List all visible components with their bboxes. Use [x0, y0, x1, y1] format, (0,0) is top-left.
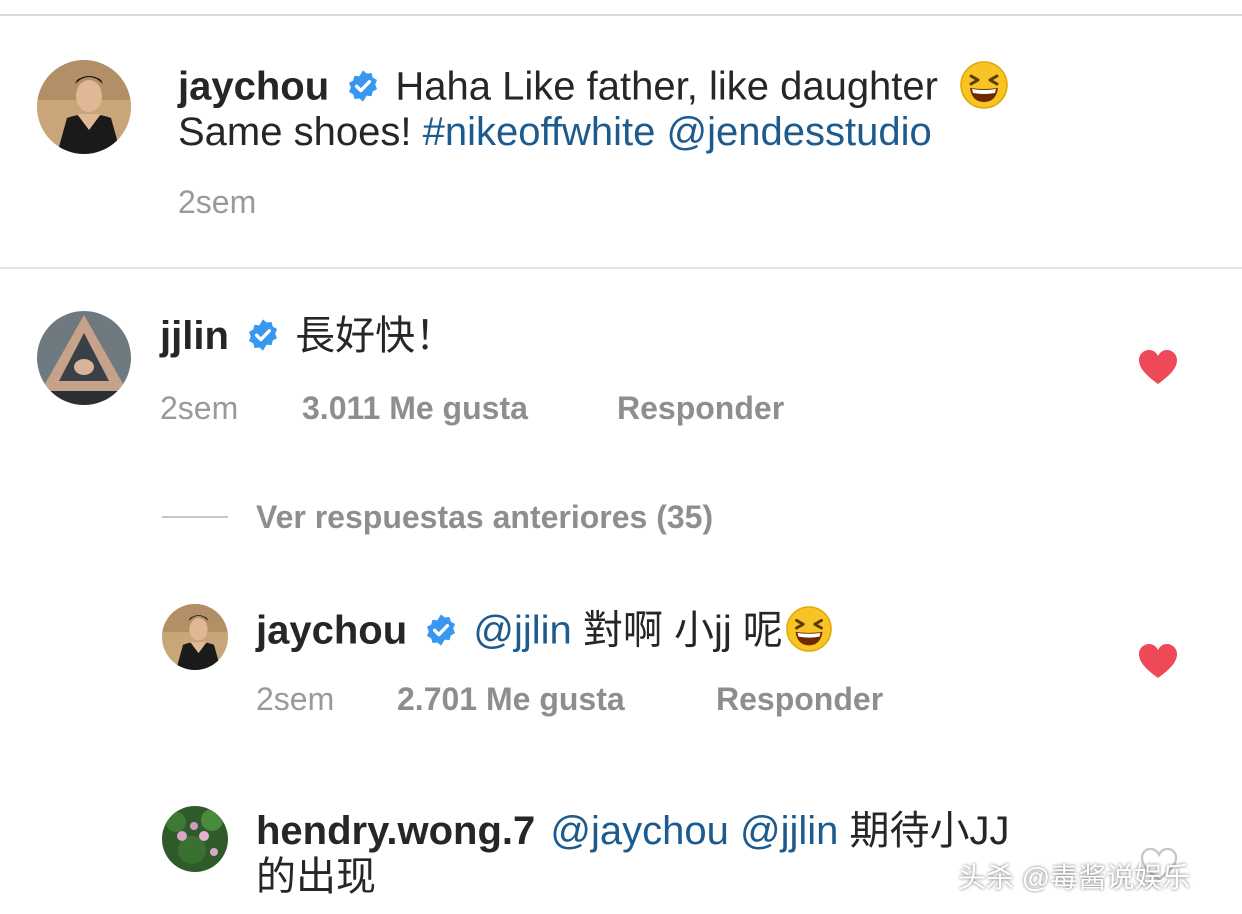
comment-jjlin-time: 2sem: [160, 390, 239, 426]
reply-jaychou-time: 2sem: [256, 681, 335, 717]
post-caption-line2-text: Same shoes!: [178, 110, 412, 154]
reply-hendry-line2: 的出现: [256, 855, 376, 899]
comment-jjlin-likes[interactable]: 3.011 Me gusta: [302, 390, 528, 427]
verified-badge-icon: [349, 70, 378, 102]
replies-toggle-line: [162, 516, 228, 518]
comment-jjlin-body: 長好快！: [295, 314, 456, 358]
laughing-emoji-icon: [786, 606, 832, 652]
avatar-jaychou-reply[interactable]: [162, 604, 228, 670]
top-divider: [0, 14, 1242, 16]
post-author-username[interactable]: jaychou: [178, 65, 329, 109]
avatar-jjlin[interactable]: [37, 311, 131, 405]
mention-link[interactable]: @jendesstudio: [666, 110, 931, 154]
post-caption-text: Haha Like father, like daughter: [395, 64, 938, 109]
reply-hendry-text-part1: 期待小JJ: [849, 809, 1010, 853]
avatar-jaychou[interactable]: [37, 60, 131, 154]
reply-mention-jjlin[interactable]: @jjlin: [473, 609, 571, 653]
comment-author-jjlin[interactable]: jjlin: [160, 314, 229, 358]
post-caption-line2: Same shoes! #nikeoffwhite @jendesstudio: [178, 108, 932, 156]
verified-badge-icon: [248, 319, 278, 352]
avatar-jaychou-image: [37, 60, 131, 154]
comment-jjlin-reply-button[interactable]: Responder: [617, 390, 784, 427]
avatar-jjlin-image: [37, 311, 131, 405]
avatar-hendry-wong[interactable]: [162, 806, 228, 872]
avatar-jaychou-reply-image: [162, 604, 228, 670]
verified-badge-icon: [427, 614, 456, 646]
reply-jaychou-text: jaychou @jjlin 對啊 小jj 呢: [256, 605, 833, 661]
reply-jaychou-body: 對啊 小jj 呢: [582, 608, 783, 653]
laughing-emoji-icon: [960, 61, 1008, 109]
reply-jaychou-reply-button[interactable]: Responder: [716, 681, 883, 718]
avatar-hendry-wong-image: [162, 806, 228, 872]
comment-jjlin-text: jjlin 長好快！: [160, 312, 455, 360]
reply-mention-jaychou[interactable]: @jaychou: [550, 809, 728, 853]
section-divider: [0, 267, 1242, 269]
reply-mention-jjlin-2[interactable]: @jjlin: [740, 809, 838, 853]
reply-hendry-line1: hendry.wong.7 @jaychou @jjlin 期待小JJ: [256, 807, 1010, 855]
post-timestamp: 2sem: [178, 184, 257, 220]
view-previous-replies-button[interactable]: Ver respuestas anteriores (35): [256, 499, 713, 536]
watermark: 头杀 @毒酱说娱乐: [958, 862, 1191, 893]
reply-jaychou-likes[interactable]: 2.701 Me gusta: [397, 681, 625, 718]
hashtag-link[interactable]: #nikeoffwhite: [423, 110, 656, 154]
heart-icon[interactable]: [1138, 644, 1178, 680]
heart-icon[interactable]: [1138, 350, 1178, 386]
reply-author-jaychou[interactable]: jaychou: [256, 609, 407, 653]
reply-author-hendry[interactable]: hendry.wong.7: [256, 809, 535, 853]
